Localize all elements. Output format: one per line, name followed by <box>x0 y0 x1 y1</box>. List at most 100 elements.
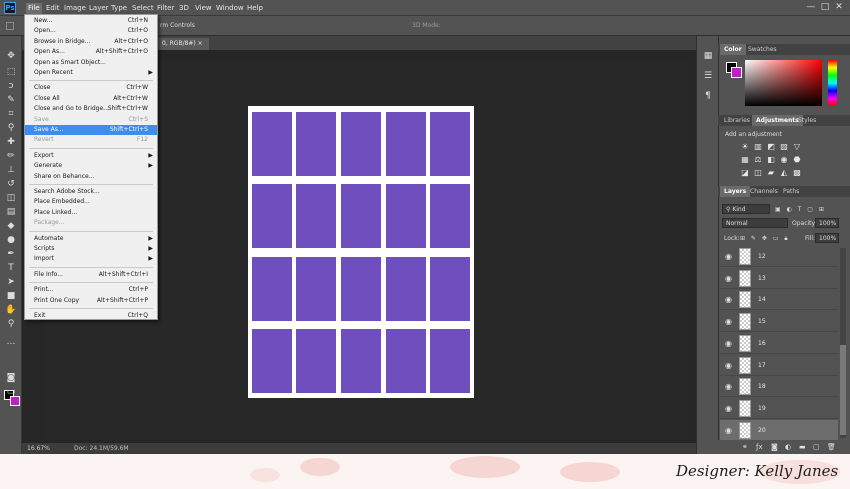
tab-paths[interactable]: Paths <box>779 186 803 197</box>
layer-row[interactable]: ◉ 19 <box>720 398 838 419</box>
file-menu-item-print-one-copy[interactable]: Print One Copy Alt+Shift+Ctrl+P <box>25 296 157 306</box>
file-menu-item-close[interactable]: Close Ctrl+W <box>25 83 157 93</box>
clone-stamp-tool-icon[interactable]: ⊥ <box>5 164 17 176</box>
visibility-eye-icon[interactable]: ◉ <box>725 252 732 261</box>
eraser-tool-icon[interactable]: ◫ <box>5 192 17 204</box>
layer-name[interactable]: 20 <box>758 427 766 434</box>
visibility-eye-icon[interactable]: ◉ <box>725 382 732 391</box>
new-group-icon[interactable]: ▬ <box>799 443 806 451</box>
file-menu-item-open-as[interactable]: Open As... Alt+Shift+Ctrl+O <box>25 47 157 57</box>
canvas-rectangle[interactable] <box>386 112 426 176</box>
hue-slider[interactable] <box>828 60 837 106</box>
blur-tool-icon[interactable]: ◆ <box>5 220 17 232</box>
file-menu-item-new[interactable]: New... Ctrl+N <box>25 16 157 26</box>
canvas-rectangle[interactable] <box>296 329 336 393</box>
canvas-rectangle[interactable] <box>252 112 292 176</box>
eyedropper-tool-icon[interactable]: ⚲ <box>5 122 17 134</box>
layer-row[interactable]: ◉ 17 <box>720 355 838 376</box>
menu-window[interactable]: Window <box>214 3 246 14</box>
file-menu-item-exit[interactable]: Exit Ctrl+Q <box>25 311 157 321</box>
marquee-tool-icon[interactable]: ⬚ <box>5 66 17 78</box>
tab-channels[interactable]: Channels <box>746 186 782 197</box>
selective-color-icon[interactable]: ▩ <box>792 168 802 177</box>
screen-mode-icon[interactable]: ▭ <box>5 386 17 398</box>
tab-swatches[interactable]: Swatches <box>744 44 781 55</box>
hue-saturation-icon[interactable]: ▦ <box>740 155 750 164</box>
canvas-rectangle[interactable] <box>296 184 336 248</box>
layer-name[interactable]: 18 <box>758 383 766 390</box>
menu-view[interactable]: View <box>193 3 214 14</box>
menu-filter[interactable]: Filter <box>155 3 176 14</box>
canvas-rectangle[interactable] <box>386 329 426 393</box>
menu-help[interactable]: Help <box>245 3 265 14</box>
file-menu-item-automate[interactable]: Automate ▶ <box>25 234 157 244</box>
tab-color[interactable]: Color <box>720 44 746 55</box>
document-tab[interactable]: 0, RGB/8#) × <box>156 38 209 50</box>
document-canvas[interactable] <box>248 106 474 398</box>
canvas-rectangle[interactable] <box>296 112 336 176</box>
history-brush-tool-icon[interactable]: ↺ <box>5 178 17 190</box>
posterize-icon[interactable]: ◫ <box>753 168 763 177</box>
visibility-eye-icon[interactable]: ◉ <box>725 404 732 413</box>
layer-name[interactable]: 13 <box>758 275 766 282</box>
vibrance-icon[interactable]: ▽ <box>792 142 802 151</box>
file-menu-item-open-recent[interactable]: Open Recent ▶ <box>25 68 157 78</box>
file-menu-item-generate[interactable]: Generate ▶ <box>25 161 157 171</box>
minimize-button[interactable]: — <box>804 2 818 13</box>
color-picker-field[interactable] <box>745 60 822 106</box>
more-tools-icon[interactable]: … <box>5 336 17 348</box>
black-white-icon[interactable]: ◧ <box>766 155 776 164</box>
lasso-tool-icon[interactable]: ↄ <box>5 80 17 92</box>
layers-scrollbar-thumb[interactable] <box>840 345 846 435</box>
hand-tool-icon[interactable]: ✋ <box>5 304 17 316</box>
new-layer-icon[interactable]: ▢ <box>813 443 820 451</box>
file-menu-item-open-as-smart-object[interactable]: Open as Smart Object... <box>25 58 157 68</box>
invert-icon[interactable]: ◪ <box>740 168 750 177</box>
move-tool-options-icon[interactable] <box>6 22 14 30</box>
layer-name[interactable]: 15 <box>758 318 766 325</box>
menu-edit[interactable]: Edit <box>44 3 62 14</box>
canvas-rectangle[interactable] <box>341 184 381 248</box>
layer-row[interactable]: ◉ 15 <box>720 311 838 333</box>
visibility-eye-icon[interactable]: ◉ <box>725 274 732 283</box>
menu-3d[interactable]: 3D <box>177 3 191 14</box>
tab-libraries[interactable]: Libraries <box>720 115 754 126</box>
lock-icons[interactable]: ⊞ ✎ ✥ ▭ 🔒︎ <box>740 235 790 243</box>
file-menu-item-search-adobe-stock[interactable]: Search Adobe Stock... <box>25 187 157 197</box>
fill-field[interactable]: 100% <box>815 233 839 243</box>
pen-tool-icon[interactable]: ✒ <box>5 248 17 260</box>
close-window-button[interactable]: ✕ <box>832 2 846 13</box>
move-tool-icon[interactable]: ✥ <box>5 50 17 62</box>
levels-icon[interactable]: ▥ <box>753 142 763 151</box>
menu-file[interactable]: File <box>26 3 42 14</box>
zoom-tool-icon[interactable]: ⚲ <box>5 318 17 330</box>
file-menu-item-print[interactable]: Print... Ctrl+P <box>25 285 157 295</box>
link-layers-icon[interactable]: ⚭ <box>742 443 748 451</box>
paragraph-panel-icon[interactable]: ¶ <box>702 90 714 102</box>
layer-row[interactable]: ◉ 12 <box>720 246 838 267</box>
layer-name[interactable]: 17 <box>758 362 766 369</box>
maximize-button[interactable]: □ <box>818 2 832 13</box>
visibility-eye-icon[interactable]: ◉ <box>725 339 732 348</box>
layer-name[interactable]: 12 <box>758 253 766 260</box>
menu-select[interactable]: Select <box>130 3 156 14</box>
curves-icon[interactable]: ◩ <box>766 142 776 151</box>
canvas-rectangle[interactable] <box>252 184 292 248</box>
canvas-rectangle[interactable] <box>386 257 426 321</box>
gradient-map-icon[interactable]: ◭ <box>779 168 789 177</box>
panel-background-swatch[interactable] <box>731 67 742 78</box>
properties-panel-icon[interactable]: ☰ <box>702 70 714 82</box>
layer-filter-select[interactable]: ⚲ Kind <box>722 204 770 214</box>
canvas-rectangle[interactable] <box>341 329 381 393</box>
layer-name[interactable]: 19 <box>758 405 766 412</box>
file-menu-item-scripts[interactable]: Scripts ▶ <box>25 244 157 254</box>
file-menu-item-place-linked[interactable]: Place Linked... <box>25 208 157 218</box>
canvas-rectangle[interactable] <box>386 184 426 248</box>
canvas-rectangle[interactable] <box>252 257 292 321</box>
zoom-level[interactable]: 16.67% <box>27 445 50 452</box>
visibility-eye-icon[interactable]: ◉ <box>725 361 732 370</box>
layer-name[interactable]: 14 <box>758 296 766 303</box>
gradient-tool-icon[interactable]: ▤ <box>5 206 17 218</box>
delete-layer-icon[interactable]: 🗑︎ <box>827 443 836 451</box>
layer-row[interactable]: ◉ 13 <box>720 268 838 289</box>
